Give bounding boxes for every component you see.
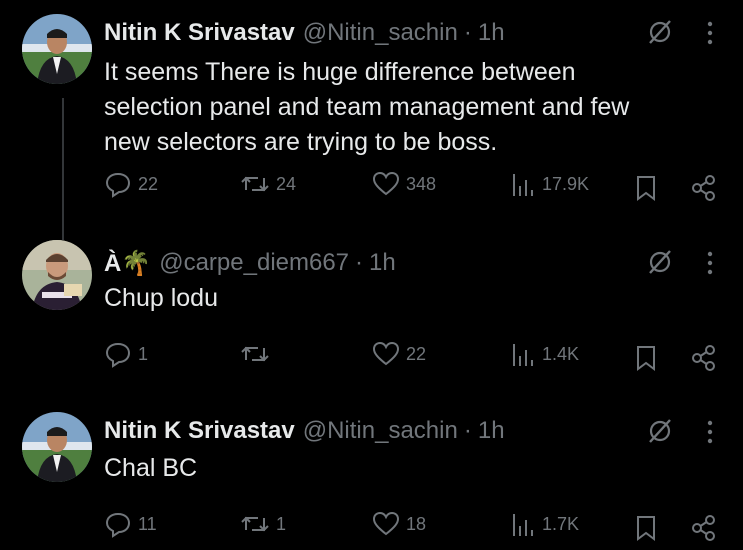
- share-button[interactable]: [690, 174, 718, 207]
- display-name[interactable]: Nitin K Srivastav: [104, 417, 295, 445]
- bookmark-button[interactable]: [635, 344, 657, 377]
- tweet-actions: 1 22 1.4K: [0, 340, 743, 380]
- views-count: 1.4K: [542, 343, 580, 364]
- avatar[interactable]: [22, 240, 92, 310]
- tweet-text: It seems There is huge difference betwee…: [104, 55, 724, 160]
- timestamp[interactable]: 1h: [369, 249, 396, 277]
- reply-count: 22: [138, 173, 159, 194]
- user-handle[interactable]: @Nitin_sachin: [303, 19, 458, 47]
- separator-dot: ·: [463, 417, 472, 444]
- thread-connector-line: [62, 98, 64, 240]
- like-count: 348: [406, 173, 437, 194]
- share-icon: [692, 175, 715, 201]
- user-handle[interactable]: @Nitin_sachin: [303, 417, 458, 445]
- tweet-header: Nitin K Srivastav @Nitin_sachin · 1h: [104, 414, 723, 448]
- grok-icon[interactable]: [646, 18, 674, 51]
- tweet-text: Chup lodu: [104, 281, 724, 316]
- reply-icon: [105, 512, 131, 538]
- more-icon[interactable]: [700, 250, 720, 281]
- bookmark-button[interactable]: [635, 514, 657, 547]
- display-name[interactable]: À🌴: [104, 249, 151, 278]
- tweet-header: Nitin K Srivastav @Nitin_sachin · 1h: [104, 16, 723, 50]
- like-button[interactable]: 348: [372, 170, 436, 198]
- repost-count: 24: [276, 173, 297, 194]
- bookmark-icon: [637, 516, 655, 541]
- timestamp[interactable]: 1h: [478, 19, 505, 47]
- views-icon: [513, 514, 533, 536]
- grok-icon[interactable]: [646, 248, 674, 281]
- share-button[interactable]: [690, 344, 718, 377]
- share-icon: [692, 515, 715, 541]
- repost-count: 1: [276, 513, 287, 534]
- reply-button[interactable]: 11: [104, 510, 157, 538]
- more-icon[interactable]: [700, 20, 720, 51]
- avatar[interactable]: [22, 412, 92, 482]
- bookmark-icon: [637, 176, 655, 201]
- tweet-text: Chal BC: [104, 451, 724, 486]
- views-icon: [513, 344, 533, 366]
- repost-button[interactable]: [240, 340, 276, 368]
- tweet-text-line: It seems There is huge difference betwee…: [104, 58, 576, 86]
- tweet-text-line: selection panel and team management and …: [104, 93, 630, 121]
- like-icon: [372, 171, 400, 196]
- repost-icon: [241, 516, 269, 532]
- like-count: 22: [406, 343, 427, 364]
- bookmark-icon: [637, 346, 655, 371]
- views-button[interactable]: 1.7K: [510, 510, 579, 538]
- reply-button[interactable]: 22: [104, 170, 158, 198]
- grok-icon[interactable]: [646, 417, 674, 450]
- timestamp[interactable]: 1h: [478, 417, 505, 445]
- display-name[interactable]: Nitin K Srivastav: [104, 19, 295, 47]
- like-count: 18: [406, 513, 427, 534]
- like-button[interactable]: 18: [372, 510, 426, 538]
- reply-icon: [105, 342, 131, 368]
- like-icon: [372, 341, 400, 366]
- repost-button[interactable]: 1: [240, 510, 286, 538]
- separator-dot: ·: [463, 19, 472, 46]
- views-count: 1.7K: [542, 513, 580, 534]
- tweet-actions: 22 24 348 17.9K: [0, 170, 743, 210]
- like-icon: [372, 511, 400, 536]
- repost-button[interactable]: 24: [240, 170, 296, 198]
- tweet-text-line: Chup lodu: [104, 284, 218, 312]
- tweet-text-line: Chal BC: [104, 454, 198, 482]
- avatar[interactable]: [22, 14, 92, 84]
- repost-icon: [241, 176, 269, 192]
- views-button[interactable]: 17.9K: [510, 170, 589, 198]
- views-button[interactable]: 1.4K: [510, 340, 579, 368]
- reply-count: 1: [138, 343, 149, 364]
- separator-dot: ·: [355, 249, 364, 276]
- views-icon: [513, 174, 533, 196]
- like-button[interactable]: 22: [372, 340, 426, 368]
- tweet-actions: 11 1 18 1.7K: [0, 510, 743, 550]
- repost-icon: [241, 346, 269, 362]
- reply-icon: [105, 172, 131, 198]
- share-icon: [692, 345, 715, 371]
- share-button[interactable]: [690, 514, 718, 547]
- reply-button[interactable]: 1: [104, 340, 148, 368]
- tweet-header: À🌴 @carpe_diem667 · 1h: [104, 246, 723, 280]
- user-handle[interactable]: @carpe_diem667: [159, 249, 349, 277]
- more-icon[interactable]: [700, 419, 720, 450]
- tweet-text-line: new selectors are trying to be boss.: [104, 128, 498, 156]
- views-count: 17.9K: [542, 173, 590, 194]
- reply-count: 11: [138, 513, 157, 534]
- bookmark-button[interactable]: [635, 174, 657, 207]
